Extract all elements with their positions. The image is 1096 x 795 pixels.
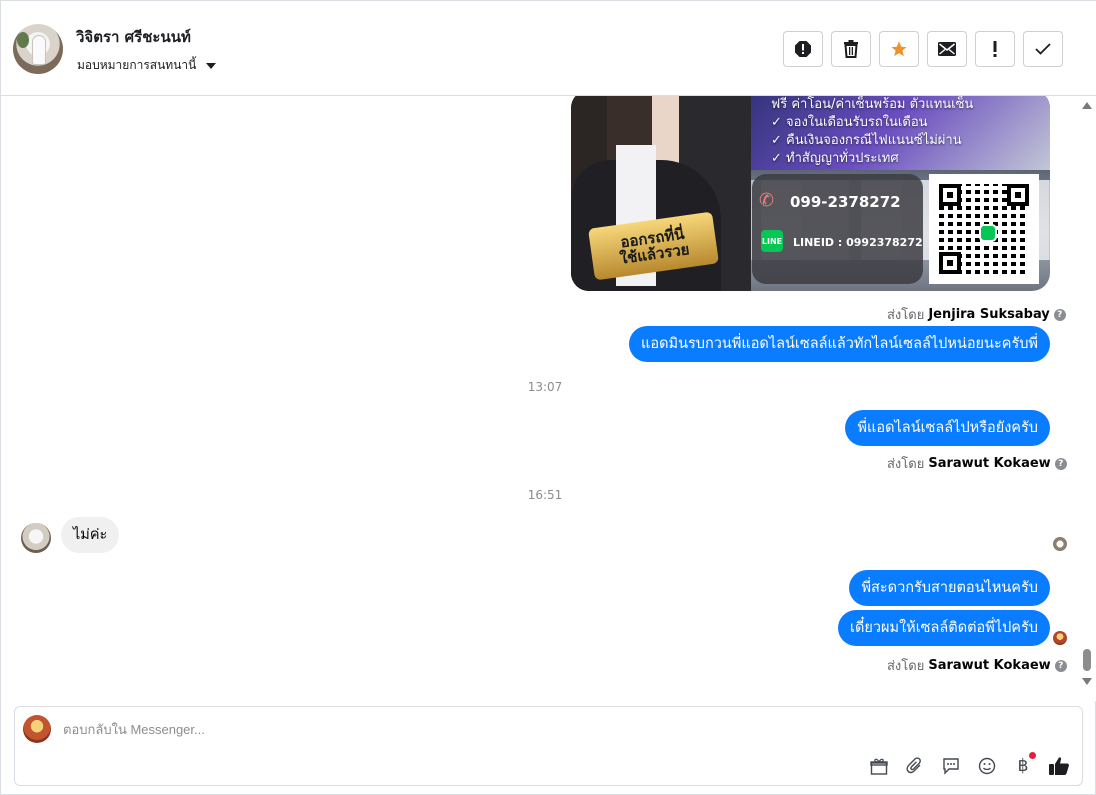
scroll-down-arrow[interactable] — [1082, 678, 1092, 685]
checkmark-icon — [1035, 43, 1051, 55]
feature-3: ✓ คืนเงินจองกรณีไฟแนนซ์ไม่ผ่าน — [771, 133, 962, 148]
page-avatar — [23, 715, 51, 743]
payment-button[interactable]: ฿ — [1012, 752, 1036, 777]
alert-octagon-icon — [795, 41, 811, 57]
scroll-up-arrow[interactable] — [1082, 102, 1092, 109]
image-line-id: LINEID : 0992378272 — [793, 236, 923, 249]
image-attachment[interactable]: ฟรี ค่าโอน/ค่าเซ็นพร้อม ตัวแทนเซ็น ✓ จอง… — [571, 96, 1050, 291]
notification-dot — [1029, 752, 1036, 759]
avatar-plant — [17, 32, 29, 48]
conversation-header: วิจิตรา ศรีชะนนท์ มอบหมายการสนทนานี้ — [1, 1, 1096, 96]
like-button[interactable] — [1048, 755, 1070, 777]
qr-code — [929, 174, 1039, 284]
contact-name[interactable]: วิจิตรา ศรีชะนนท์ — [76, 25, 191, 49]
reply-composer: ฿ — [14, 706, 1083, 786]
baht-icon: ฿ — [1017, 756, 1029, 776]
phone-icon: ✆ — [759, 190, 775, 211]
reply-input[interactable] — [63, 719, 843, 739]
emoji-icon — [978, 757, 996, 775]
mark-done-button[interactable] — [1023, 31, 1063, 67]
attach-button[interactable] — [904, 755, 926, 777]
sent-by-label: ส่งโดย Jenjira Suksabay ? — [887, 304, 1066, 325]
qr-finder-bl — [939, 252, 961, 274]
sender-name[interactable]: Jenjira Suksabay — [928, 307, 1049, 322]
outgoing-message[interactable]: พี่สะดวกรับสายตอนไหนครับ — [849, 570, 1050, 606]
avatar-figure — [33, 36, 45, 64]
seen-receipt-avatar — [1053, 537, 1067, 551]
saved-replies-button[interactable] — [940, 755, 962, 777]
timestamp: 13:07 — [527, 380, 563, 394]
scroll-thumb[interactable] — [1083, 649, 1091, 671]
envelope-icon — [938, 42, 956, 56]
emoji-button[interactable] — [976, 755, 998, 777]
qr-line-logo — [979, 224, 997, 242]
composer-tools: ฿ — [868, 752, 1070, 777]
help-icon[interactable]: ? — [1054, 457, 1067, 470]
help-icon[interactable]: ? — [1054, 659, 1067, 672]
qr-finder-tl — [939, 184, 961, 206]
trash-icon — [844, 40, 858, 58]
incoming-message[interactable]: ไม่ค่ะ — [61, 517, 120, 553]
feature-4: ✓ ทำสัญญาทั่วประเทศ — [771, 151, 899, 166]
sender-name[interactable]: Sarawut Kokaew — [928, 658, 1050, 673]
delete-button[interactable] — [831, 31, 871, 67]
feature-1: ฟรี ค่าโอน/ค่าเซ็นพร้อม ตัวแทนเซ็น — [771, 97, 974, 112]
timestamp: 16:51 — [527, 488, 563, 502]
conversation-toolbar — [783, 31, 1063, 67]
message-thread[interactable]: ฟรี ค่าโอน/ค่าเซ็นพร้อม ตัวแทนเซ็น ✓ จอง… — [1, 96, 1096, 701]
attachment-icon — [906, 757, 921, 774]
exclamation-icon — [993, 41, 997, 57]
assign-label: มอบหมายการสนทนานี้ — [77, 58, 197, 72]
feature-2: ✓ จองในเดือนรับรถในเดือน — [771, 115, 928, 130]
chevron-down-icon — [206, 62, 217, 69]
line-app-icon: LINE — [761, 230, 783, 252]
qr-finder-tr — [1007, 184, 1029, 206]
sent-by-prefix: ส่งโดย — [887, 308, 925, 323]
outgoing-message[interactable]: เดี๋ยวผมให้เซลล์ติดต่อพี่ไปครับ — [838, 610, 1050, 646]
thread-scrollbar[interactable] — [1082, 96, 1092, 701]
sender-name[interactable]: Sarawut Kokaew — [928, 456, 1050, 471]
image-feature-list: ฟรี ค่าโอน/ค่าเซ็นพร้อม ตัวแทนเซ็น ✓ จอง… — [771, 96, 973, 168]
like-icon — [1049, 757, 1069, 775]
star-button[interactable] — [879, 31, 919, 67]
saved-replies-icon — [943, 758, 959, 775]
gift-button[interactable] — [868, 755, 890, 777]
sender-avatar — [1053, 631, 1067, 645]
image-phone-number: 099-2378272 — [790, 193, 901, 211]
gift-icon — [870, 758, 888, 775]
sent-by-label: ส่งโดย Sarawut Kokaew ? — [887, 453, 1067, 474]
follow-up-button[interactable] — [975, 31, 1015, 67]
outgoing-message[interactable]: แอดมินรบกวนพี่แอดไลน์เซลล์แล้วทักไลน์เซล… — [629, 326, 1050, 362]
contact-avatar[interactable] — [13, 24, 63, 74]
image-contact-box — [752, 174, 923, 284]
contact-avatar-small[interactable] — [21, 523, 51, 553]
messenger-window: วิจิตรา ศรีชะนนท์ มอบหมายการสนทนานี้ ฟรี… — [0, 0, 1096, 795]
sent-by-prefix: ส่งโดย — [887, 659, 925, 674]
sent-by-prefix: ส่งโดย — [887, 457, 925, 472]
star-icon — [891, 41, 907, 57]
outgoing-message[interactable]: พี่แอดไลน์เซลล์ไปหรือยังครับ — [845, 410, 1050, 446]
mark-unread-button[interactable] — [927, 31, 967, 67]
sent-by-label: ส่งโดย Sarawut Kokaew ? — [887, 655, 1067, 676]
spam-button[interactable] — [783, 31, 823, 67]
help-icon[interactable]: ? — [1053, 308, 1066, 321]
assign-conversation-dropdown[interactable]: มอบหมายการสนทนานี้ — [77, 56, 217, 75]
